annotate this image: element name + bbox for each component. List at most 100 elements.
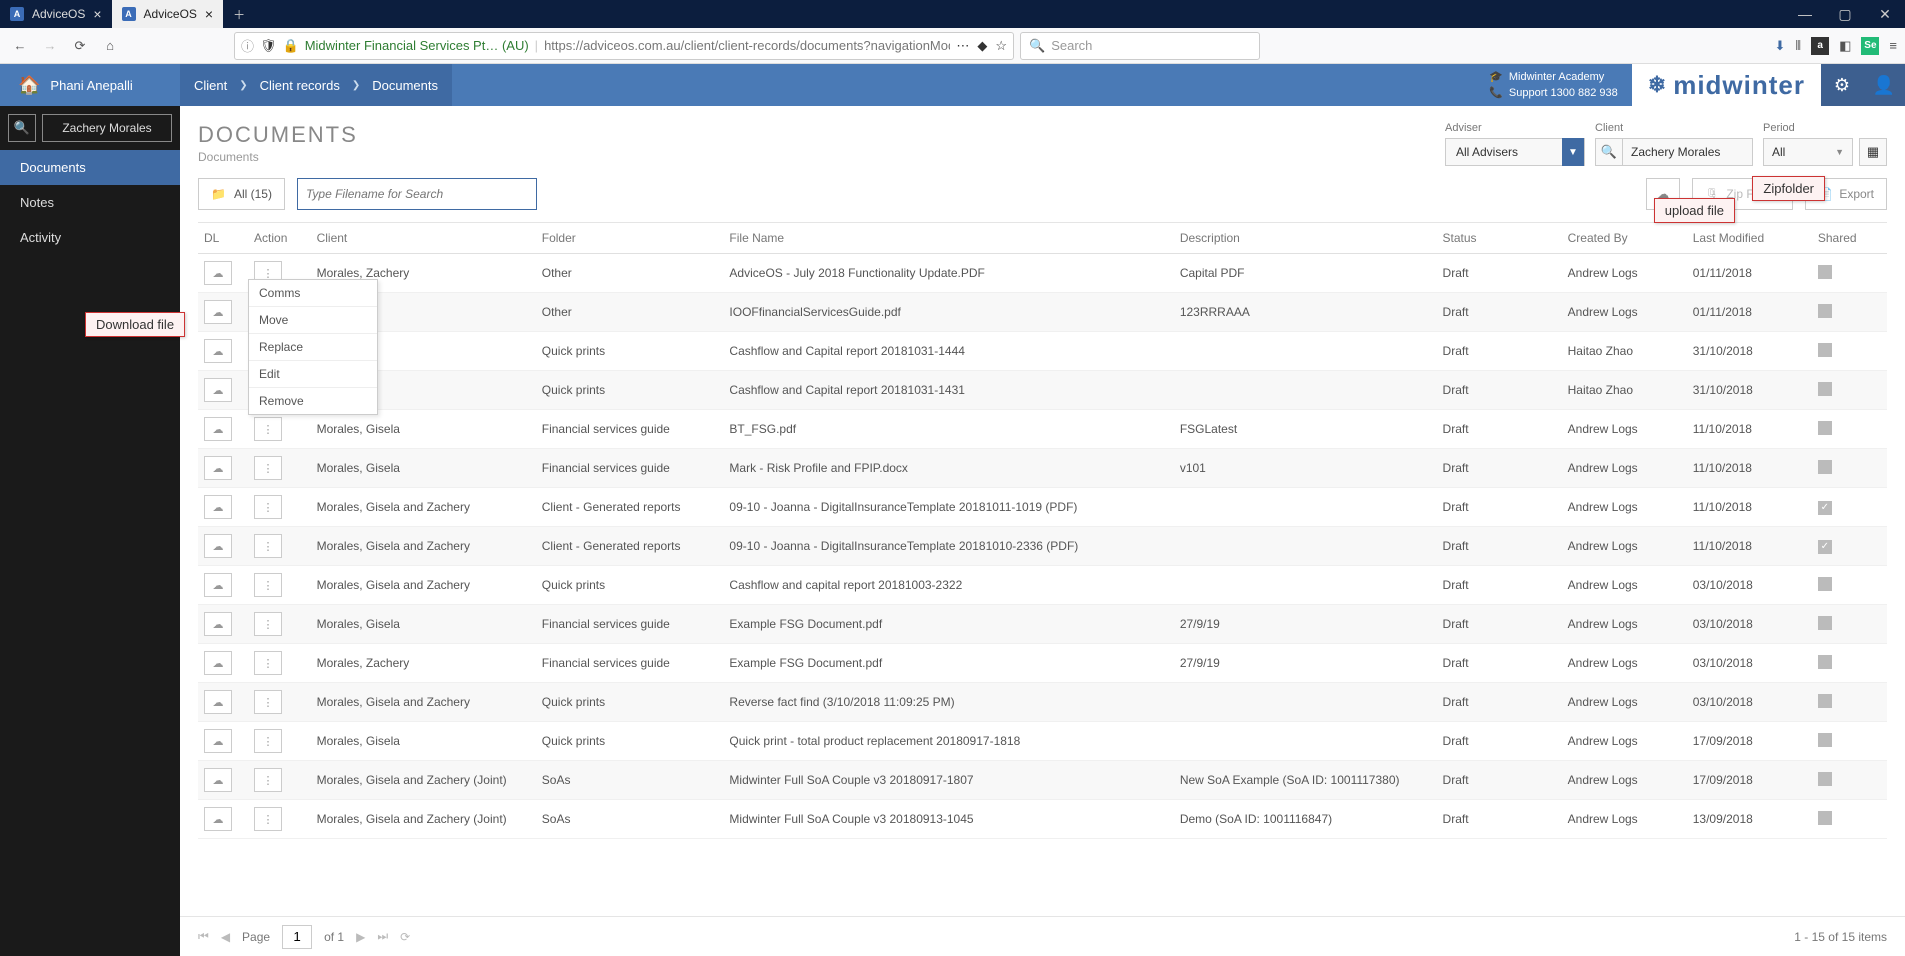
download-button[interactable]: ☁ <box>204 807 232 831</box>
browser-search[interactable]: 🔍 Search <box>1020 32 1260 60</box>
settings-button[interactable]: ⚙ <box>1821 64 1863 106</box>
column-header[interactable]: Description <box>1174 223 1437 254</box>
client-search-button[interactable]: 🔍 <box>1595 138 1623 166</box>
ext-icon-2[interactable]: Se <box>1861 37 1879 55</box>
row-actions-button[interactable]: ⋮ <box>254 534 282 558</box>
download-button[interactable]: ☁ <box>204 339 232 363</box>
row-actions-button[interactable]: ⋮ <box>254 612 282 636</box>
row-actions-button[interactable]: ⋮ <box>254 456 282 480</box>
download-button[interactable]: ☁ <box>204 729 232 753</box>
sidebar-item-notes[interactable]: Notes <box>0 185 180 220</box>
sidebar-search-button[interactable]: 🔍 <box>8 114 36 142</box>
context-menu-item-move[interactable]: Move <box>249 307 377 334</box>
cell-shared[interactable] <box>1812 371 1887 410</box>
library-icon[interactable]: ⦀ <box>1795 38 1801 54</box>
reload-icon[interactable]: ⟳ <box>68 34 92 58</box>
home-icon[interactable]: 🏠 <box>18 75 40 96</box>
page-input[interactable] <box>282 925 312 949</box>
shared-checkbox[interactable] <box>1818 577 1832 591</box>
row-actions-button[interactable]: ⋮ <box>254 495 282 519</box>
download-button[interactable]: ☁ <box>204 300 232 324</box>
shared-checkbox[interactable] <box>1818 343 1832 357</box>
context-menu-item-replace[interactable]: Replace <box>249 334 377 361</box>
download-button[interactable]: ☁ <box>204 651 232 675</box>
folder-all-button[interactable]: 📁 All (15) <box>198 178 285 210</box>
shared-checkbox[interactable] <box>1818 304 1832 318</box>
context-menu-item-edit[interactable]: Edit <box>249 361 377 388</box>
browser-tab-inactive[interactable]: A AdviceOS × <box>0 0 112 28</box>
first-page-icon[interactable]: ⏮ <box>198 929 209 944</box>
browser-tab-active[interactable]: A AdviceOS × <box>112 0 224 28</box>
breadcrumb-item[interactable]: Client <box>194 78 227 93</box>
context-menu-item-remove[interactable]: Remove <box>249 388 377 414</box>
downloads-icon[interactable]: ⬇ <box>1774 38 1785 54</box>
column-header[interactable]: Status <box>1437 223 1562 254</box>
download-button[interactable]: ☁ <box>204 495 232 519</box>
forward-icon[interactable]: → <box>38 34 62 58</box>
shared-checkbox[interactable] <box>1818 694 1832 708</box>
row-actions-button[interactable]: ⋮ <box>254 651 282 675</box>
row-actions-button[interactable]: ⋮ <box>254 768 282 792</box>
column-header[interactable]: File Name <box>723 223 1173 254</box>
sidebar-item-documents[interactable]: Documents <box>0 150 180 185</box>
download-button[interactable]: ☁ <box>204 261 232 285</box>
period-extra-button[interactable]: ▦ <box>1859 138 1887 166</box>
close-icon[interactable]: × <box>205 6 213 22</box>
shared-checkbox[interactable] <box>1818 655 1832 669</box>
close-icon[interactable]: ✕ <box>1865 6 1905 23</box>
last-page-icon[interactable]: ⏭ <box>377 929 388 944</box>
cell-shared[interactable] <box>1812 683 1887 722</box>
download-button[interactable]: ☁ <box>204 768 232 792</box>
shared-checkbox[interactable] <box>1818 501 1832 515</box>
profile-button[interactable]: 👤 <box>1863 64 1905 106</box>
cell-shared[interactable] <box>1812 527 1887 566</box>
shared-checkbox[interactable] <box>1818 382 1832 396</box>
pocket-icon[interactable]: ◆ <box>977 38 987 54</box>
download-button[interactable]: ☁ <box>204 417 232 441</box>
filename-search-input[interactable] <box>297 178 537 210</box>
breadcrumb-item[interactable]: Client records <box>260 78 340 93</box>
period-select[interactable]: All ▼ <box>1763 138 1853 166</box>
context-menu-item-comms[interactable]: Comms <box>249 280 377 307</box>
close-icon[interactable]: × <box>93 6 101 22</box>
info-icon[interactable]: ⓘ <box>241 36 254 55</box>
cell-shared[interactable] <box>1812 605 1887 644</box>
star-icon[interactable]: ☆ <box>995 38 1007 54</box>
column-header[interactable]: Action <box>248 223 311 254</box>
download-button[interactable]: ☁ <box>204 612 232 636</box>
shared-checkbox[interactable] <box>1818 772 1832 786</box>
ext-icon-1[interactable]: a <box>1811 37 1829 55</box>
shared-checkbox[interactable] <box>1818 460 1832 474</box>
shared-checkbox[interactable] <box>1818 265 1832 279</box>
minimize-icon[interactable]: — <box>1785 6 1825 22</box>
sidebar-item-activity[interactable]: Activity <box>0 220 180 255</box>
more-icon[interactable]: ⋯ <box>956 38 969 54</box>
download-button[interactable]: ☁ <box>204 378 232 402</box>
row-actions-button[interactable]: ⋮ <box>254 690 282 714</box>
shared-checkbox[interactable] <box>1818 733 1832 747</box>
cell-shared[interactable] <box>1812 254 1887 293</box>
cell-shared[interactable] <box>1812 761 1887 800</box>
sidebar-client-button[interactable]: Zachery Morales <box>42 114 172 142</box>
row-actions-button[interactable]: ⋮ <box>254 729 282 753</box>
column-header[interactable]: DL <box>198 223 248 254</box>
row-actions-button[interactable]: ⋮ <box>254 573 282 597</box>
cell-shared[interactable] <box>1812 449 1887 488</box>
cell-shared[interactable] <box>1812 410 1887 449</box>
refresh-icon[interactable]: ⟳ <box>400 930 410 944</box>
column-header[interactable]: Created By <box>1562 223 1687 254</box>
row-actions-button[interactable]: ⋮ <box>254 417 282 441</box>
sidebar-icon[interactable]: ◧ <box>1839 38 1851 54</box>
url-bar[interactable]: ⓘ 🛡 🔒 Midwinter Financial Services Pt… (… <box>234 32 1014 60</box>
home-icon[interactable]: ⌂ <box>98 34 122 58</box>
download-button[interactable]: ☁ <box>204 573 232 597</box>
shared-checkbox[interactable] <box>1818 421 1832 435</box>
column-header[interactable]: Folder <box>536 223 724 254</box>
cell-shared[interactable] <box>1812 488 1887 527</box>
adviser-select[interactable]: All Advisers ▼ <box>1445 138 1585 166</box>
menu-icon[interactable]: ≡ <box>1889 38 1897 53</box>
maximize-icon[interactable]: ▢ <box>1825 6 1865 23</box>
shared-checkbox[interactable] <box>1818 540 1832 554</box>
breadcrumb-item[interactable]: Documents <box>372 78 438 93</box>
new-tab-button[interactable]: ＋ <box>223 0 255 28</box>
